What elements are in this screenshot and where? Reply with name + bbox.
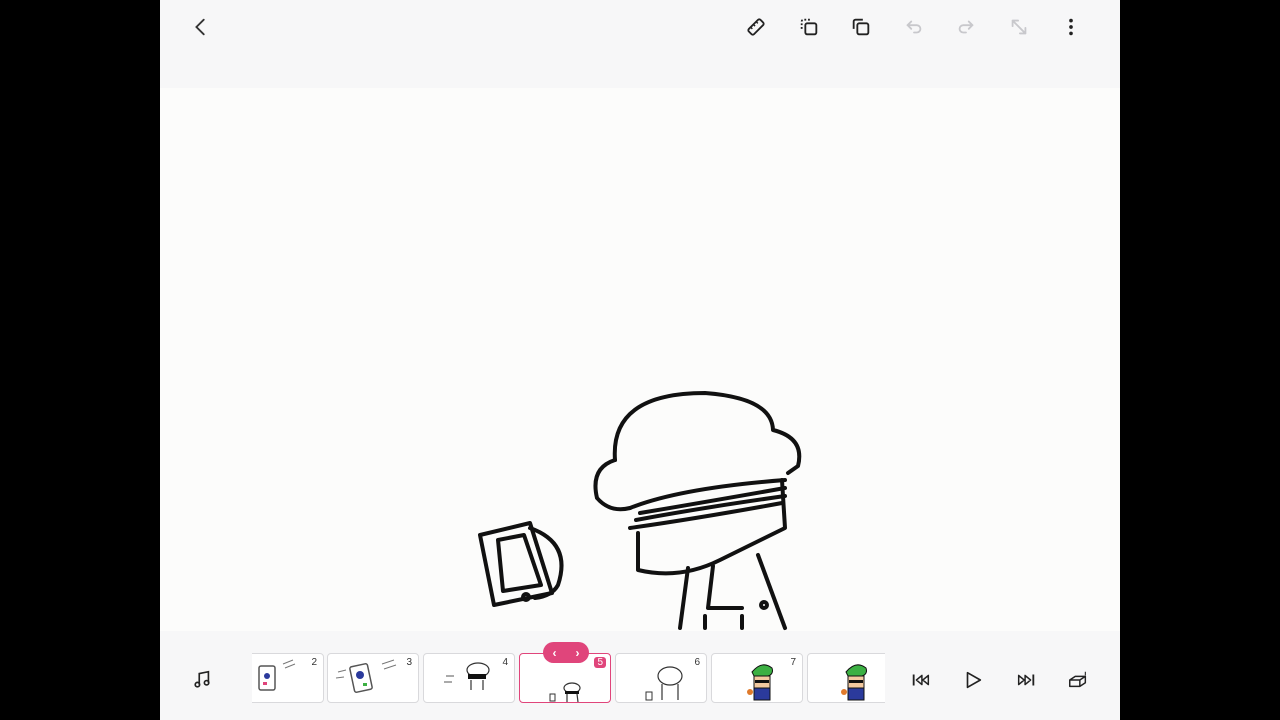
animation-app: 2 3 4 5 6 7 ‹ › [160,0,1120,720]
first-frame-button[interactable] [906,665,936,695]
frame-thumb-drawing [747,664,773,701]
duplicate-frame-button[interactable] [792,10,826,44]
ruler-icon [747,18,765,36]
top-toolbar [160,0,1120,88]
frame-nav-pill: ‹ › [543,642,589,663]
undo-icon [906,20,922,34]
frame-number: 4 [502,657,508,668]
frame-thumb-drawing [335,659,397,693]
layers-icon [1069,671,1087,688]
skip-to-start-icon [912,674,930,686]
resize-button[interactable] [1002,10,1036,44]
frame-thumb-drawing [444,662,490,690]
undo-button[interactable] [897,10,931,44]
prev-frame-button[interactable]: ‹ [546,646,564,660]
frame-thumb-drawing [841,664,867,701]
play-button[interactable] [958,665,988,695]
redo-icon [958,20,974,34]
copy-icon [852,18,870,36]
next-frame-button[interactable]: › [569,646,587,660]
frame-number: 2 [311,657,317,668]
frame-thumbnail[interactable]: 7 [711,653,803,703]
frame-number: 6 [694,657,700,668]
frame-number: 7 [790,657,796,668]
redo-button[interactable] [949,10,983,44]
resize-icon [1011,19,1027,35]
layers-button[interactable] [1063,665,1093,695]
drawing-canvas[interactable] [160,88,1120,631]
ruler-button[interactable] [739,10,773,44]
music-icon [194,670,210,688]
last-frame-button[interactable] [1011,665,1041,695]
more-icon [1069,18,1073,36]
frame-number: 3 [406,657,412,668]
duplicate-frame-icon [800,18,818,36]
frame-thumbnail[interactable]: 4 [423,653,515,703]
frame-thumbnail[interactable] [807,653,885,703]
frame-number: 5 [594,657,606,668]
play-icon [966,671,982,689]
music-button[interactable] [187,665,217,695]
copy-button[interactable] [844,10,878,44]
frame-thumbnail[interactable]: 6 [615,653,707,703]
frame-thumbnail[interactable]: 3 [327,653,419,703]
timeline-bar: 2 3 4 5 6 7 ‹ › [160,631,1120,720]
sketch-drawing [478,391,802,630]
frame-thumb-drawing [645,666,683,701]
back-button[interactable] [184,10,218,44]
skip-to-end-icon [1017,674,1035,686]
more-button[interactable] [1054,10,1088,44]
frame-thumbnail[interactable]: 2 [252,653,324,703]
back-icon [195,18,205,36]
